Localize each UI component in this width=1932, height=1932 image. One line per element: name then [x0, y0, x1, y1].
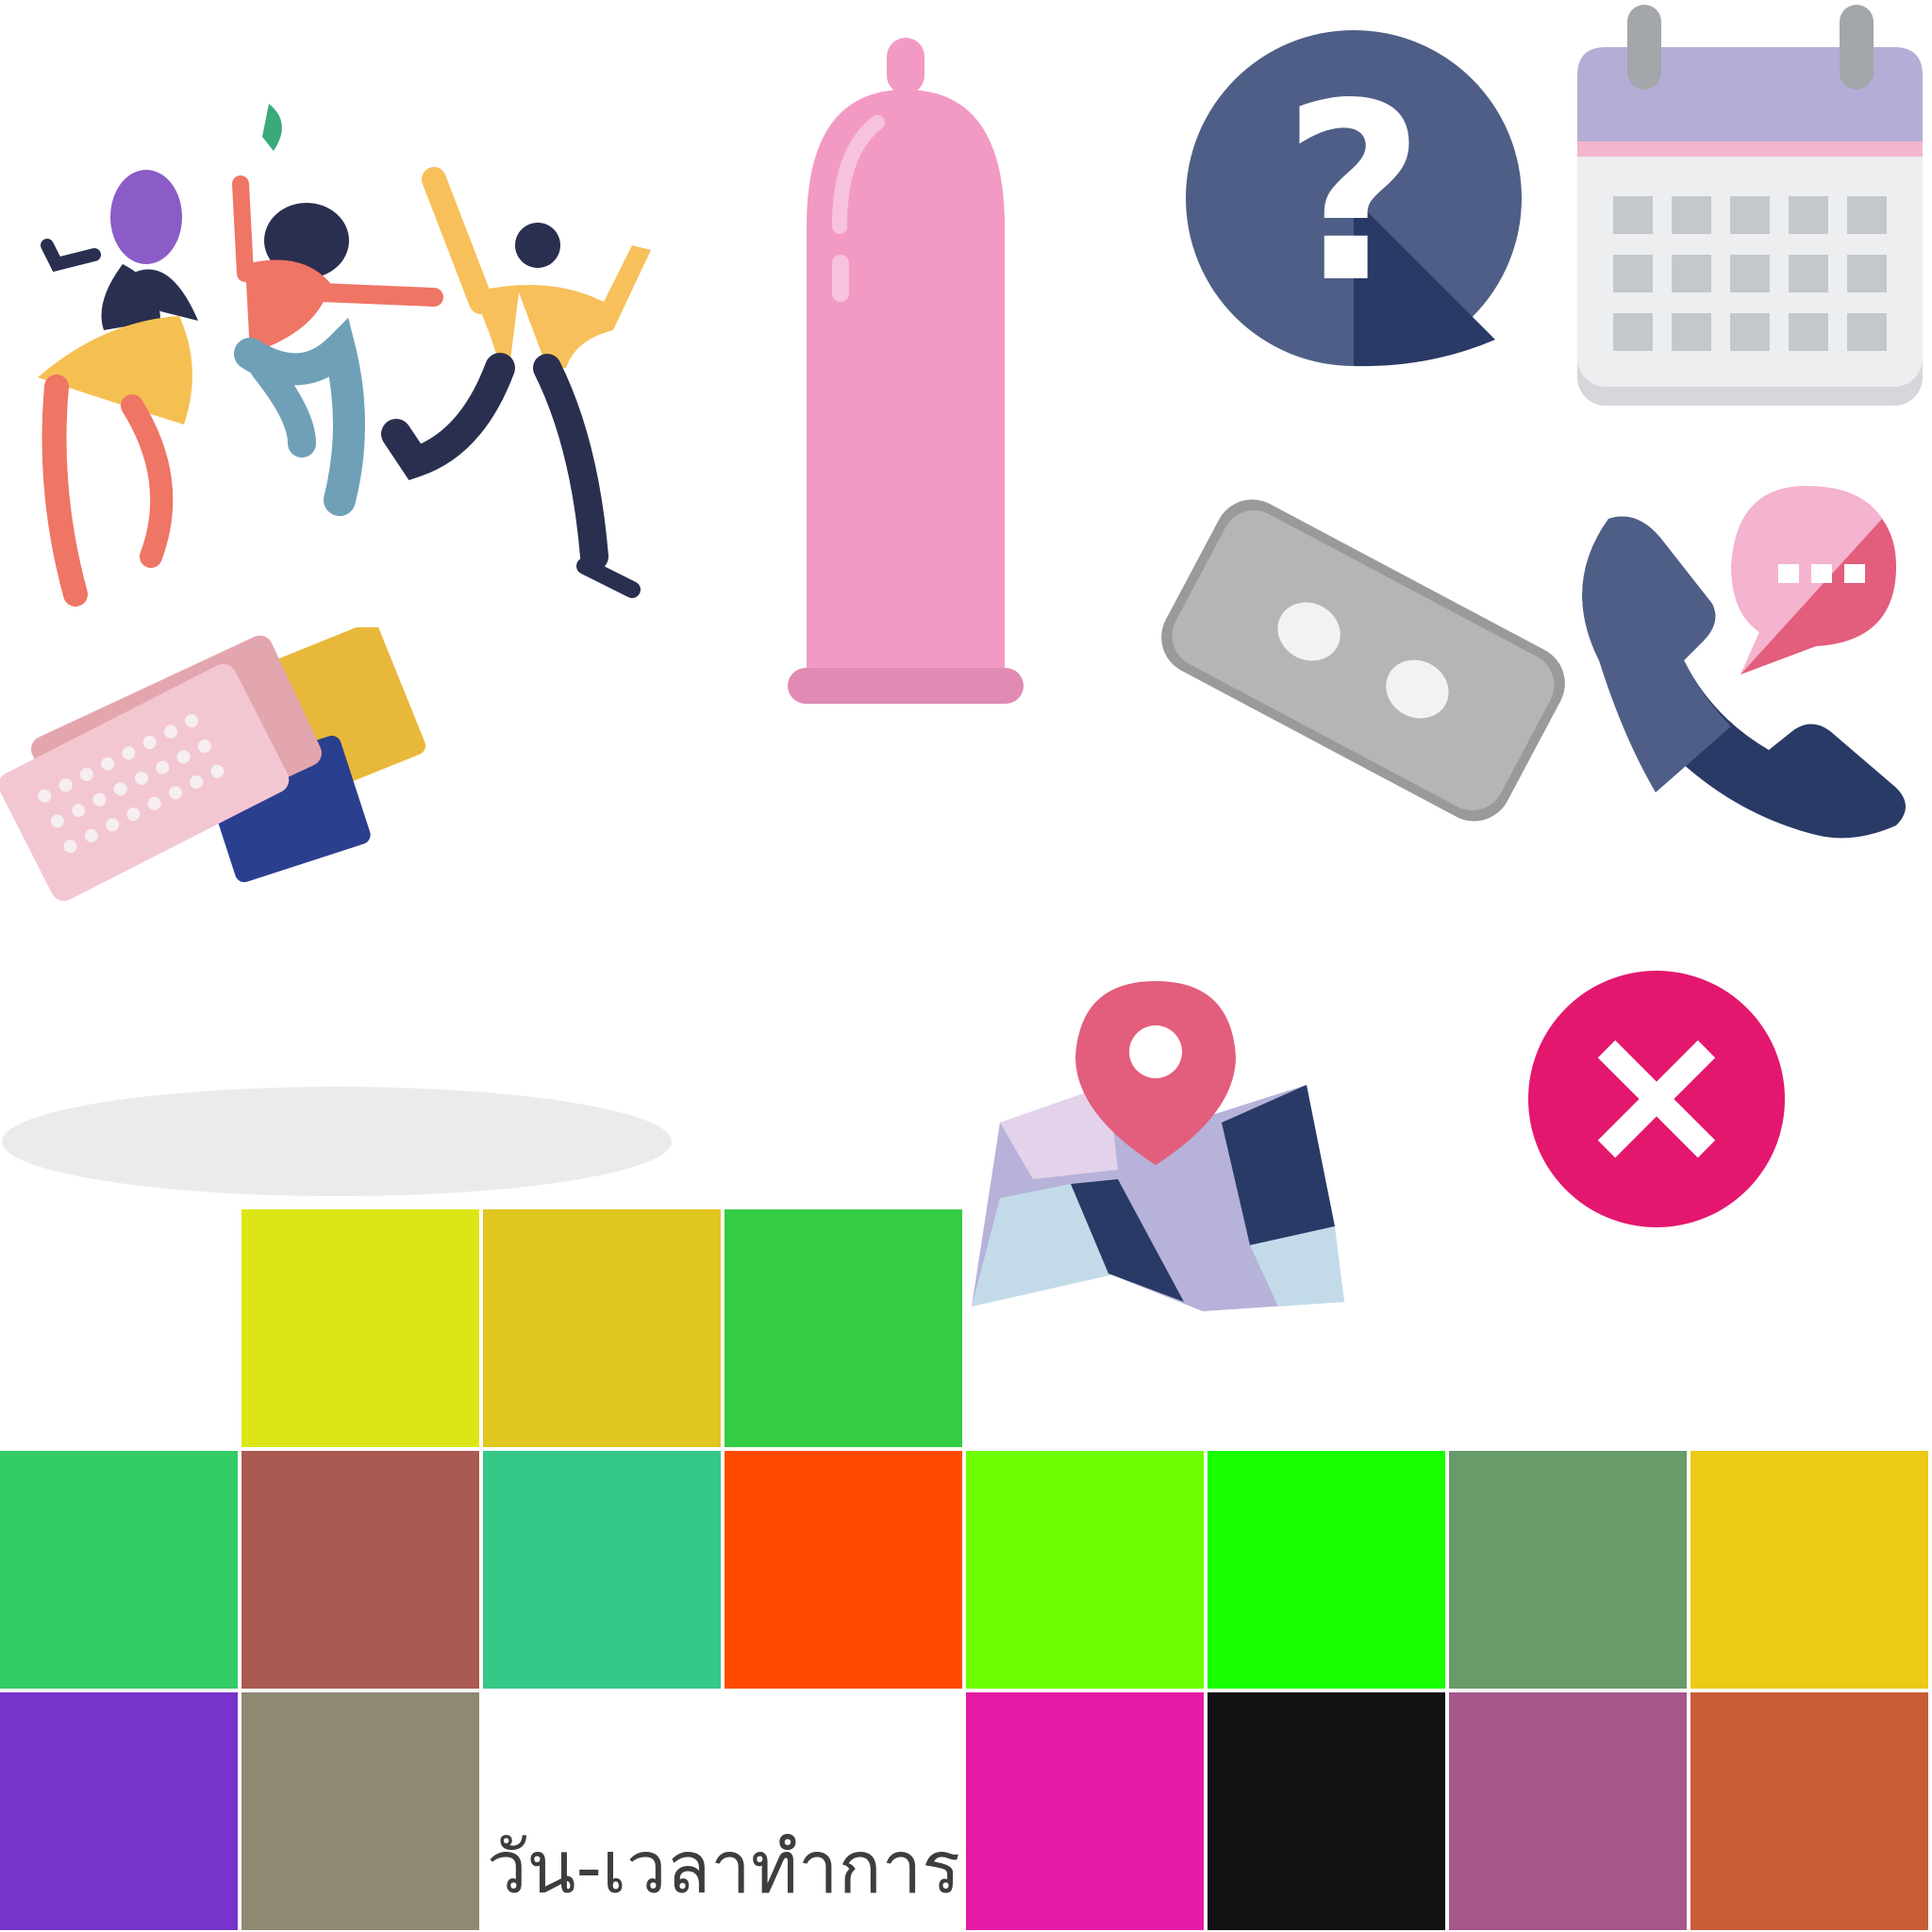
- color-swatch: [966, 1451, 1204, 1689]
- color-swatch: [242, 1209, 479, 1447]
- dancing-people-illustration: [38, 104, 651, 607]
- color-swatch: [1449, 1692, 1687, 1930]
- birth-control-pill-packs-icon: [0, 627, 426, 901]
- color-swatch: [483, 1209, 721, 1447]
- map-pin-icon: [972, 981, 1344, 1311]
- color-swatch: [483, 1451, 721, 1689]
- close-icon[interactable]: [1526, 969, 1787, 1229]
- color-swatch: [1208, 1451, 1445, 1689]
- calendar-icon: [1577, 5, 1923, 406]
- office-hours-label: วัน-เวลาทำการ: [486, 1825, 961, 1909]
- color-swatch: [966, 1692, 1204, 1930]
- color-swatch: [242, 1451, 479, 1689]
- svg-text:?: ?: [1283, 52, 1425, 337]
- color-swatch: [0, 1692, 238, 1930]
- color-swatch: [1690, 1451, 1928, 1689]
- color-swatch: [0, 1451, 238, 1689]
- phone-chat-icon: [1582, 486, 1906, 839]
- color-swatch: [1690, 1692, 1928, 1930]
- question-icon: ?: [1186, 30, 1522, 367]
- color-swatch: [1208, 1692, 1445, 1930]
- emergency-pill-blister-icon: [1161, 499, 1565, 822]
- condom-icon: [788, 38, 1024, 704]
- shadow-ellipse: [2, 1087, 672, 1196]
- color-swatch: [1449, 1451, 1687, 1689]
- color-swatch: [724, 1209, 962, 1447]
- color-swatch: [724, 1451, 962, 1689]
- color-swatch: [242, 1692, 479, 1930]
